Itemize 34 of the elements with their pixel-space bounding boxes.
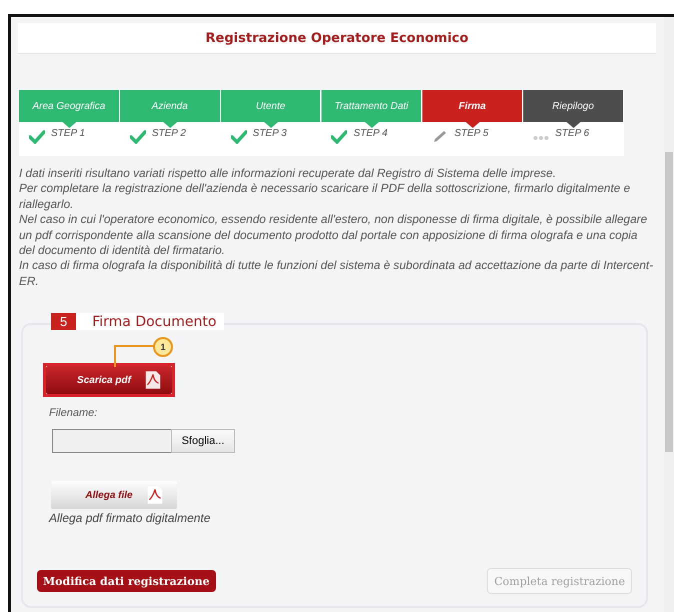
step-label: STEP 2 xyxy=(152,128,186,139)
checkmark-icon xyxy=(331,130,348,144)
checkmark-icon xyxy=(130,130,146,144)
scrollbar[interactable] xyxy=(664,17,674,612)
filename-label: Filename: xyxy=(49,407,98,420)
pdf-icon xyxy=(146,484,163,506)
attach-file-button[interactable]: Allega file xyxy=(51,481,177,510)
callout-badge: 1 xyxy=(153,337,173,358)
download-pdf-button[interactable]: Scarica pdf xyxy=(46,366,172,394)
page-title: Registrazione Operatore Economico xyxy=(206,30,468,46)
section-number: 5 xyxy=(51,313,76,330)
checkmark-icon xyxy=(230,130,247,144)
step-label: STEP 3 xyxy=(252,128,287,139)
step-tab[interactable]: Riepilogo xyxy=(523,90,624,128)
info-text: I dati inseriti risultano variati rispetto alle informazioni recuperate dal Registro di Sistema delle imprese. xyxy=(19,166,558,182)
step-label: STEP 6 xyxy=(555,128,590,139)
pdf-icon xyxy=(144,369,161,392)
attach-hint: Allega pdf firmato digitalmente xyxy=(49,511,210,526)
step-tab[interactable]: Firma xyxy=(422,90,524,128)
info-text: Nel caso in cui l'operatore economico, essendo residente all'estero, non disponesse di firma digitale, è possibile allegare un pdf corrispondente alla scansione del documento prodotto dal portale con apposizione di firma olografa e una copia del documento di identità del firmatario. xyxy=(19,212,648,258)
checkmark-icon xyxy=(29,130,45,144)
action-button[interactable]: Modifica dati registrazione xyxy=(37,570,216,592)
step-label: STEP 5 xyxy=(454,128,488,139)
filename-field[interactable] xyxy=(52,429,171,454)
step-label: STEP 4 xyxy=(353,128,388,139)
browse-button[interactable]: Sfoglia... xyxy=(171,429,235,454)
dots-icon xyxy=(533,136,550,140)
section-title: Firma Documento xyxy=(92,314,216,330)
scrollbar-thumb[interactable] xyxy=(665,152,673,452)
leader-line xyxy=(114,345,154,368)
info-text: In caso di firma olografa la disponibilità di tutte le funzioni del sistema è subordinata ad accettazione da parte di Intercent-ER. xyxy=(19,258,654,290)
info-text: Per completare la registrazione dell'azienda è necessario scaricare il PDF della sottoscrizione, firmarlo digitalmente e riallegarlo. xyxy=(19,181,632,212)
pencil-icon xyxy=(432,130,448,144)
step-label: STEP 1 xyxy=(51,128,86,139)
